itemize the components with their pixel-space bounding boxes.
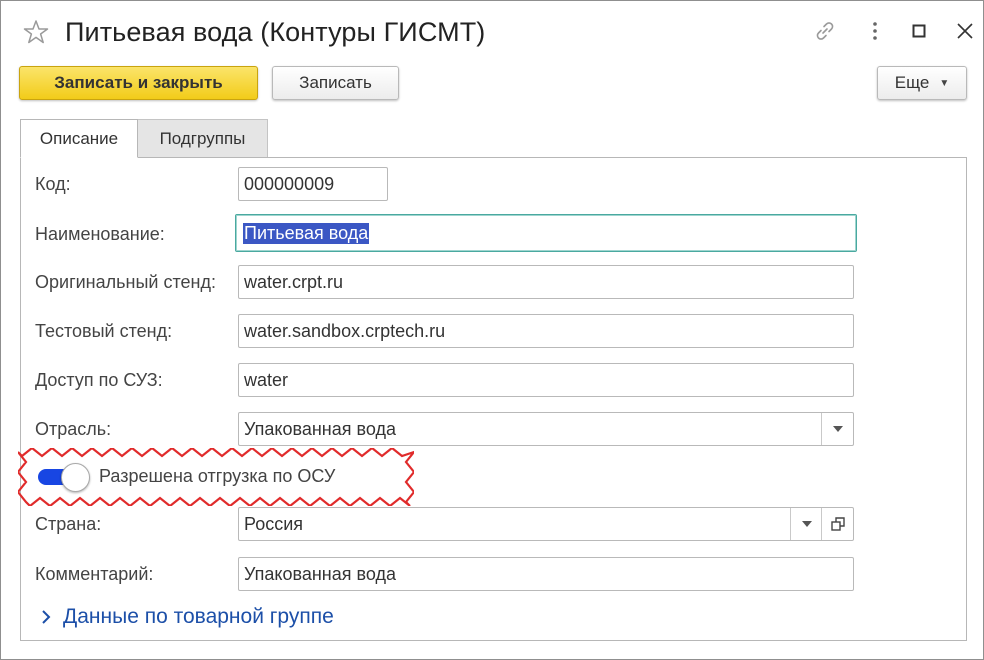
industry-select[interactable]: Упакованная вода xyxy=(238,412,854,446)
code-field[interactable]: 000000009 xyxy=(238,167,388,201)
tab-description-label: Описание xyxy=(39,128,119,148)
save-and-close-label: Записать и закрыть xyxy=(54,73,223,92)
tab-description[interactable]: Описание xyxy=(20,119,138,158)
maximize-icon[interactable] xyxy=(907,19,931,43)
save-label: Записать xyxy=(299,73,372,92)
toggle-knob xyxy=(61,463,90,492)
chevron-down-icon: ▼ xyxy=(939,77,950,89)
more-vertical-icon[interactable] xyxy=(863,19,887,43)
tab-subgroups-label: Подгруппы xyxy=(159,128,246,148)
suz-access-value: water xyxy=(244,369,289,390)
comment-label: Комментарий: xyxy=(35,564,154,584)
more-label: Еще xyxy=(894,73,930,92)
tab-subgroups[interactable]: Подгруппы xyxy=(138,119,268,158)
suz-access-label: Доступ по СУЗ: xyxy=(35,370,163,390)
comment-field[interactable]: Упакованная вода xyxy=(238,557,854,591)
name-field[interactable]: Питьевая вода xyxy=(235,214,857,252)
chevron-down-icon xyxy=(801,521,812,527)
save-button[interactable]: Записать xyxy=(272,66,399,100)
suz-access-field[interactable]: water xyxy=(238,363,854,397)
country-dropdown-button[interactable] xyxy=(790,508,822,540)
code-value: 000000009 xyxy=(244,173,335,194)
original-stand-label: Оригинальный стенд: xyxy=(35,272,216,292)
product-group-data-label: Данные по товарной группе xyxy=(63,605,334,628)
comment-value: Упакованная вода xyxy=(244,563,396,584)
save-and-close-button[interactable]: Записать и закрыть xyxy=(19,66,258,100)
country-select[interactable]: Россия xyxy=(238,507,854,541)
name-label: Наименование: xyxy=(35,224,165,244)
test-stand-value: water.sandbox.crptech.ru xyxy=(244,320,446,341)
osu-toggle[interactable] xyxy=(38,462,90,492)
window-title: Питьевая вода (Контуры ГИСМТ) xyxy=(65,17,486,47)
chevron-right-icon xyxy=(42,610,51,624)
test-stand-field[interactable]: water.sandbox.crptech.ru xyxy=(238,314,854,348)
star-icon[interactable] xyxy=(23,19,49,45)
original-stand-value: water.crpt.ru xyxy=(244,271,344,292)
product-group-data-link[interactable]: Данные по товарной группе xyxy=(41,605,334,629)
link-icon[interactable] xyxy=(813,19,837,43)
name-value: Питьевая вода xyxy=(243,222,370,244)
industry-value: Упакованная вода xyxy=(244,418,396,439)
original-stand-field[interactable]: water.crpt.ru xyxy=(238,265,854,299)
form-window: Питьевая вода (Контуры ГИСМТ) Записать и… xyxy=(0,0,984,660)
country-value: Россия xyxy=(244,513,304,534)
industry-dropdown-button[interactable] xyxy=(821,413,853,445)
more-button[interactable]: Еще ▼ xyxy=(877,66,967,100)
code-label: Код: xyxy=(35,174,71,194)
country-open-button[interactable] xyxy=(821,508,853,540)
industry-label: Отрасль: xyxy=(35,419,112,439)
osu-toggle-label: Разрешена отгрузка по ОСУ xyxy=(99,466,336,486)
country-label: Страна: xyxy=(35,514,102,534)
open-window-icon xyxy=(830,517,845,531)
close-icon[interactable] xyxy=(953,19,977,43)
test-stand-label: Тестовый стенд: xyxy=(35,321,173,341)
chevron-down-icon xyxy=(832,426,843,432)
